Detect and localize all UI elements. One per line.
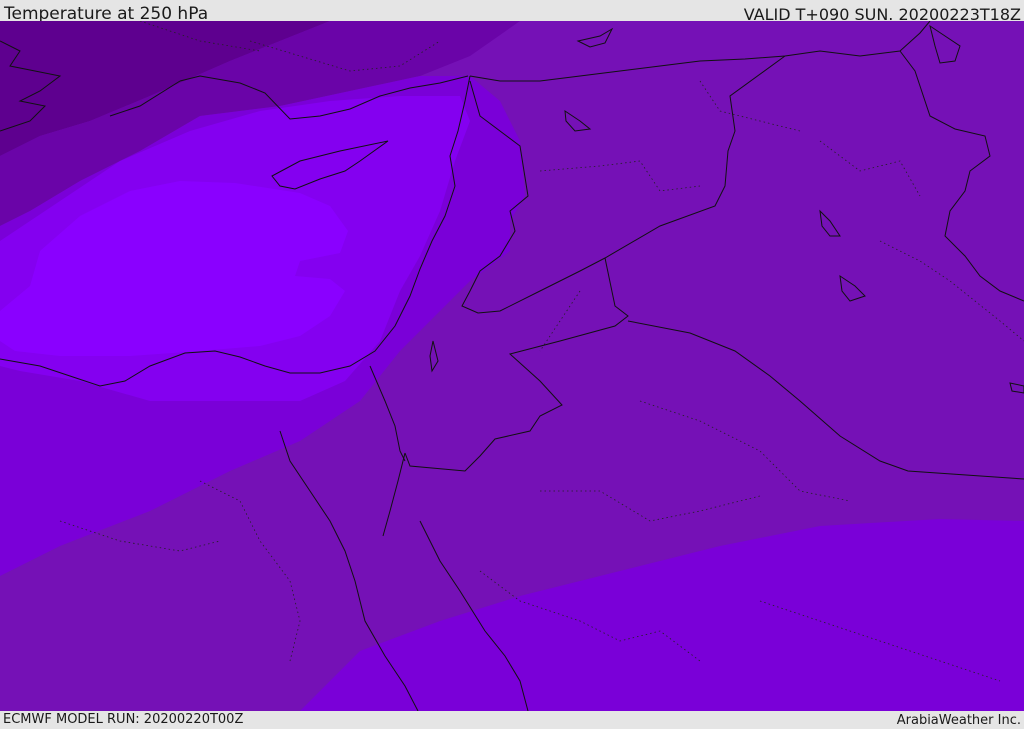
model-run: ECMWF MODEL RUN: 20200220T00Z — [3, 712, 244, 727]
header-bar: Temperature at 250 hPa VALID T+090 SUN. … — [0, 0, 1024, 24]
temperature-map — [0, 21, 1024, 711]
brand-credit: ArabiaWeather Inc. — [896, 713, 1021, 728]
footer-bar: ECMWF MODEL RUN: 20200220T00Z ArabiaWeat… — [0, 711, 1024, 729]
